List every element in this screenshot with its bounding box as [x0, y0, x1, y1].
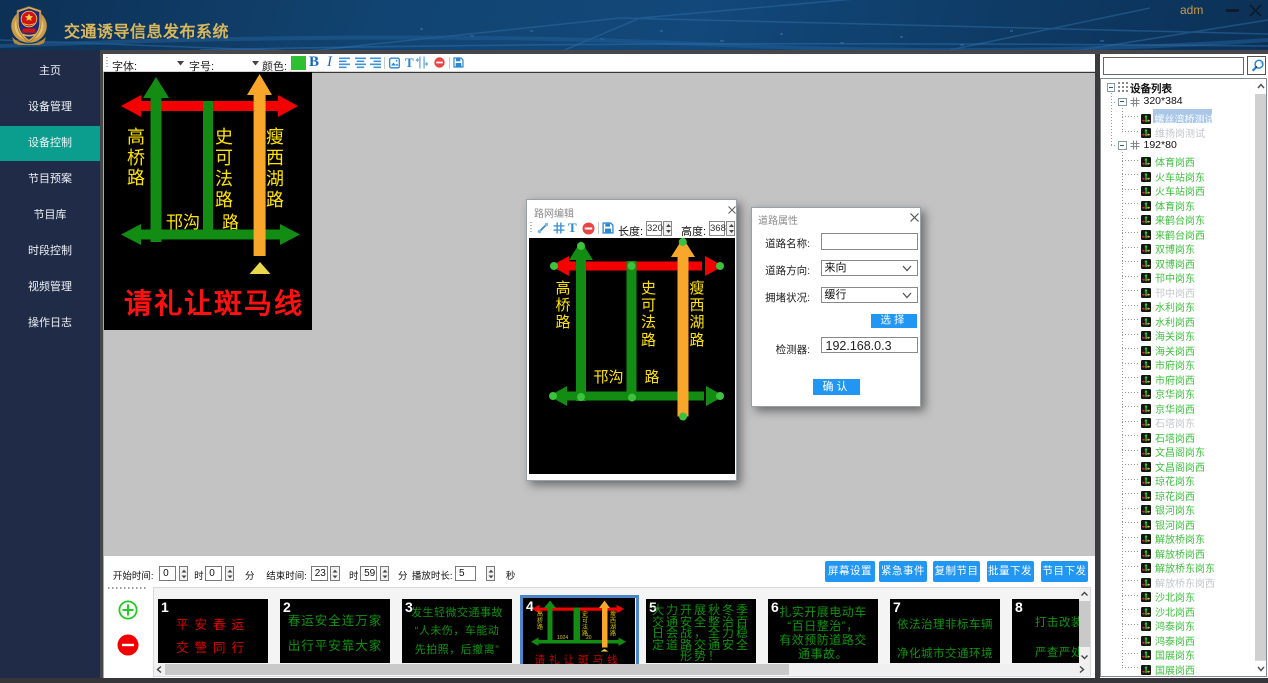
svg-text:路: 路: [610, 630, 616, 638]
svg-text:路: 路: [537, 623, 543, 631]
svg-text:湖: 湖: [610, 623, 616, 631]
svg-text:瘦: 瘦: [610, 610, 616, 618]
svg-text:可: 可: [582, 618, 588, 625]
svg-text:高: 高: [537, 610, 543, 618]
svg-text:20: 20: [586, 635, 592, 641]
svg-text:史: 史: [582, 610, 588, 618]
svg-text:桥: 桥: [537, 617, 543, 625]
svg-text:法: 法: [582, 623, 588, 631]
svg-text:西: 西: [610, 618, 616, 625]
svg-text:1024: 1024: [557, 635, 568, 641]
